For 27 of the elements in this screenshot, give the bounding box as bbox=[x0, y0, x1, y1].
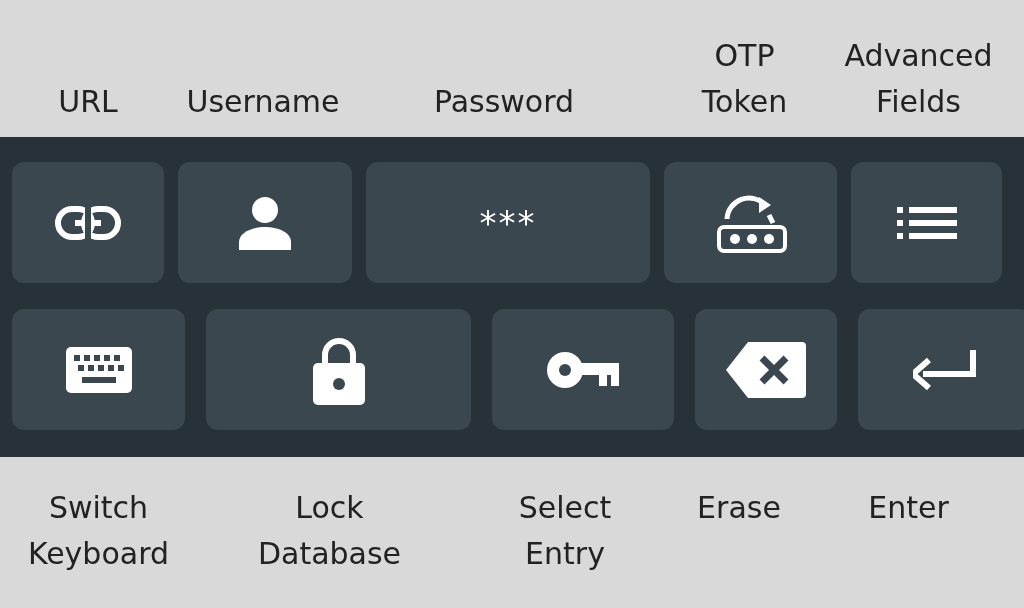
keyboard-key[interactable] bbox=[12, 162, 164, 283]
key-label: Password bbox=[433, 83, 575, 121]
keyboard-key[interactable] bbox=[858, 309, 1024, 430]
keyboard-key[interactable] bbox=[695, 309, 837, 430]
keyboard-key[interactable] bbox=[206, 309, 471, 430]
key-label: Select Entry bbox=[518, 489, 612, 573]
enter-icon bbox=[912, 349, 977, 390]
key-label: Username bbox=[186, 83, 340, 121]
keyboard-key[interactable] bbox=[851, 162, 1002, 283]
key-label: URL bbox=[58, 83, 118, 121]
list-icon bbox=[896, 204, 957, 241]
keyboard-key[interactable] bbox=[178, 162, 352, 283]
key-label: OTP Token bbox=[701, 37, 788, 121]
keyboard-key[interactable] bbox=[664, 162, 837, 283]
person-icon bbox=[239, 195, 291, 250]
password-key[interactable]: *** bbox=[366, 162, 650, 283]
link-icon bbox=[55, 205, 121, 240]
keyboard-key[interactable] bbox=[12, 309, 185, 430]
key-label: Advanced Fields bbox=[844, 37, 993, 121]
key-label: Lock Database bbox=[257, 489, 402, 573]
keyboard-key[interactable] bbox=[492, 309, 674, 430]
key-label: Switch Keyboard bbox=[28, 489, 169, 573]
keyboard-icon bbox=[65, 346, 132, 393]
backspace-icon bbox=[726, 341, 806, 398]
key-label: Enter bbox=[868, 489, 949, 527]
key-label: Erase bbox=[697, 489, 781, 527]
key-icon bbox=[547, 351, 619, 388]
